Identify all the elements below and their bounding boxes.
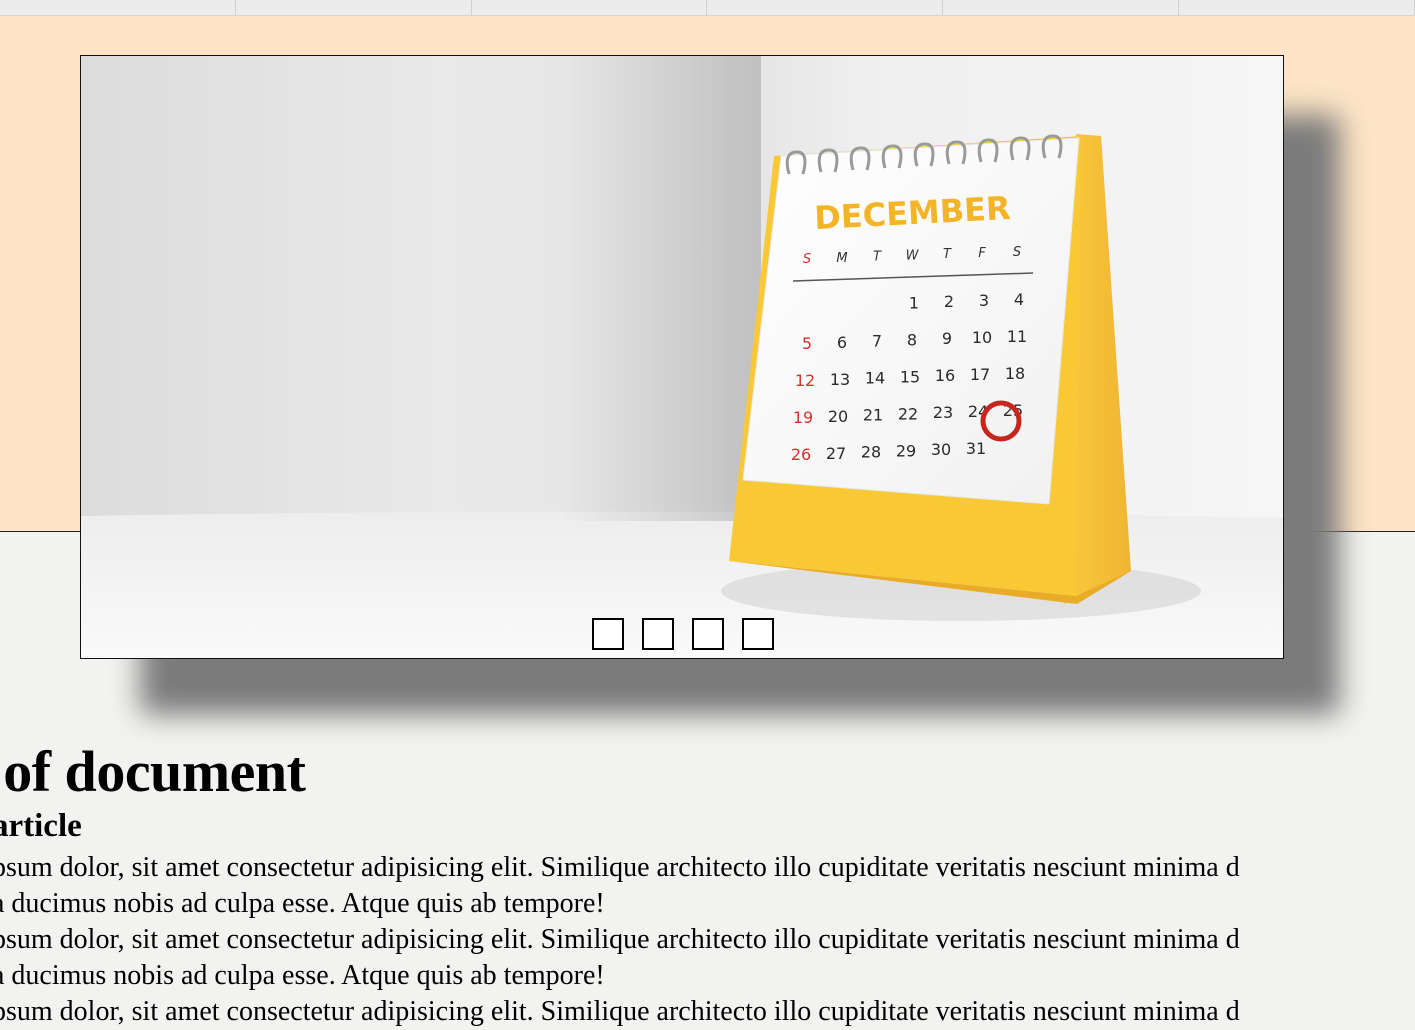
calendar-day: 5 xyxy=(802,334,812,353)
calendar-day: 7 xyxy=(872,332,882,351)
paragraph-line: psum dolor, sit amet consectetur adipisi… xyxy=(0,924,1240,955)
calendar-day: 4 xyxy=(1014,290,1024,309)
weekday-label: M xyxy=(836,251,847,266)
calendar-day: 29 xyxy=(896,441,916,460)
toolbar-segment xyxy=(943,0,1180,15)
calendar-day: 28 xyxy=(861,443,881,462)
calendar-day: 17 xyxy=(970,365,990,384)
weekday-label: F xyxy=(978,246,986,261)
toolbar-segment xyxy=(0,0,236,15)
toolbar-segment xyxy=(472,0,708,15)
calendar-day: 22 xyxy=(898,404,918,423)
weekday-label: S xyxy=(1013,245,1021,260)
calendar-day: 13 xyxy=(830,370,850,389)
calendar-day: 8 xyxy=(907,330,917,349)
wall-shadow xyxy=(561,56,761,521)
image-slider[interactable]: DECEMBER SMTWTFS 1 2 3 4 5 6 7 8 9 10 11 12 13 14 15 16… xyxy=(80,55,1284,659)
calendar-day: 14 xyxy=(865,369,885,388)
toolbar-segment xyxy=(707,0,944,15)
calendar-day: 6 xyxy=(837,333,847,352)
calendar-day: 11 xyxy=(1007,327,1027,346)
article-paragraph: psum dolor, sit amet consectetur adipisi… xyxy=(0,994,1240,1030)
calendar-day: 10 xyxy=(972,328,992,347)
toolbar-segment xyxy=(1179,0,1415,15)
document-title: e of document xyxy=(0,739,306,804)
calendar-day: 27 xyxy=(826,444,846,463)
toolbar-segment xyxy=(236,0,472,15)
calendar-day: 18 xyxy=(1005,364,1025,383)
paragraph-line: a ducimus nobis ad culpa esse. Atque qui… xyxy=(0,960,605,991)
article-paragraph: psum dolor, sit amet consectetur adipisi… xyxy=(0,850,1240,922)
paragraph-line: psum dolor, sit amet consectetur adipisi… xyxy=(0,852,1240,883)
weekday-label: W xyxy=(906,248,920,263)
slider-dot-4[interactable] xyxy=(742,618,774,650)
calendar-day: 31 xyxy=(966,439,986,458)
article-title: article xyxy=(0,808,82,844)
calendar-day: 2 xyxy=(944,292,954,311)
paragraph-line: psum dolor, sit amet consectetur adipisi… xyxy=(0,996,1240,1027)
calendar-day: 23 xyxy=(933,403,953,422)
weekday-label: T xyxy=(873,250,882,265)
calendar-photo: DECEMBER SMTWTFS 1 2 3 45 6 7 8 9 10 1112 13 14 15 16… xyxy=(81,56,1283,658)
slider-dot-3[interactable] xyxy=(692,618,724,650)
slider-dot-1[interactable] xyxy=(592,618,624,650)
calendar-day: 9 xyxy=(942,329,952,348)
top-toolbar-strip xyxy=(0,0,1415,16)
weekday-label: T xyxy=(943,247,952,262)
calendar-day: 26 xyxy=(791,445,811,464)
calendar-day: 30 xyxy=(931,440,951,459)
calendar-day: 1 xyxy=(909,293,919,312)
calendar-day: 19 xyxy=(793,408,813,427)
weekday-label: S xyxy=(803,252,811,267)
slider-dot-2[interactable] xyxy=(642,618,674,650)
calendar-day: 12 xyxy=(795,371,815,390)
paragraph-line: a ducimus nobis ad culpa esse. Atque qui… xyxy=(0,888,605,919)
calendar-day: 21 xyxy=(863,406,883,425)
article-paragraph: psum dolor, sit amet consectetur adipisi… xyxy=(0,922,1240,994)
calendar-day: 15 xyxy=(900,367,920,386)
calendar-day: 16 xyxy=(935,366,955,385)
calendar-day: 20 xyxy=(828,407,848,426)
slider-dots xyxy=(592,618,774,650)
calendar-day: 3 xyxy=(979,291,989,310)
